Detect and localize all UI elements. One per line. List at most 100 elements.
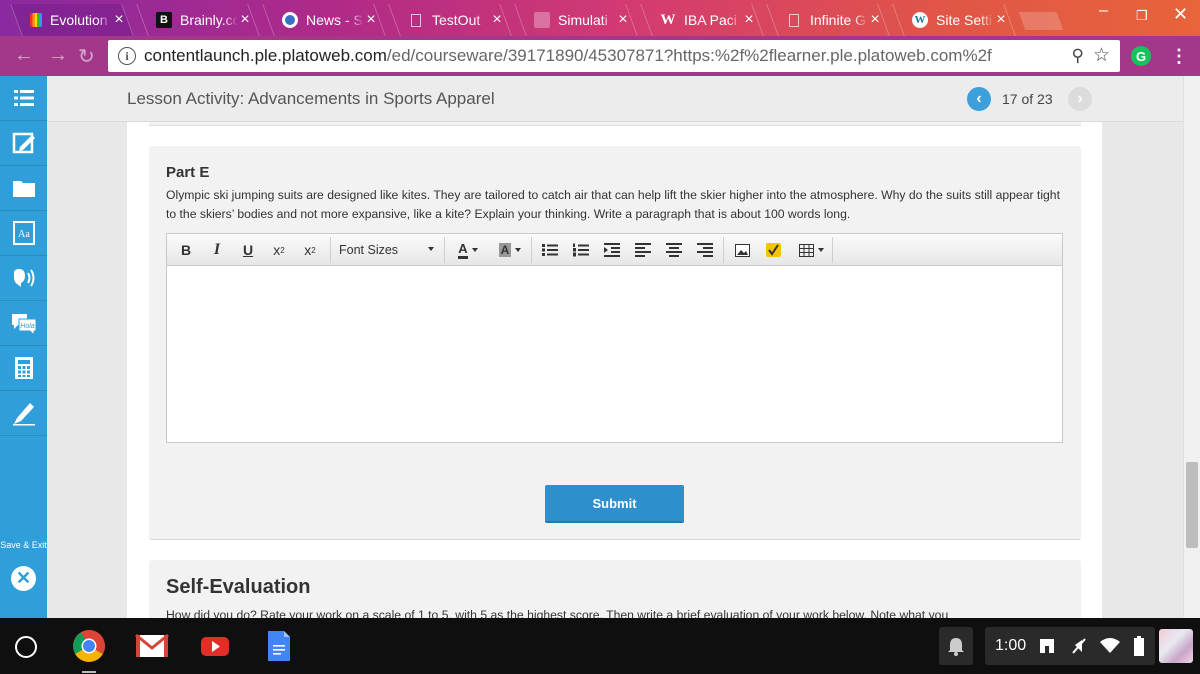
page-icon <box>408 12 424 28</box>
simulation-icon <box>534 12 550 28</box>
info-icon[interactable]: i <box>118 47 136 65</box>
svg-text:Hola: Hola <box>20 323 35 330</box>
youtube-app[interactable] <box>198 629 232 663</box>
address-bar[interactable]: i contentlaunch.ple.platoweb.com/ed/cour… <box>108 40 1120 72</box>
zoom-icon[interactable]: ⚲ <box>1072 46 1084 66</box>
self-evaluation-card: Self-Evaluation How did you do? Rate you… <box>149 560 1081 618</box>
font-sizes-dropdown[interactable]: Font Sizes <box>336 239 438 261</box>
align-left-button[interactable] <box>632 239 654 261</box>
svg-text:Aa: Aa <box>18 229 30 240</box>
numbered-list-button[interactable] <box>570 239 592 261</box>
network-icon <box>1040 639 1054 653</box>
gmail-app[interactable] <box>135 629 169 663</box>
close-tab-icon[interactable]: × <box>868 11 882 29</box>
insert-equation-button[interactable] <box>762 239 784 261</box>
insert-image-button[interactable] <box>731 239 753 261</box>
tab-title: Simulati <box>558 12 608 28</box>
dictionary-button[interactable]: Aa <box>0 211 47 256</box>
launcher-button[interactable] <box>15 636 37 658</box>
highlighter-button[interactable] <box>0 391 47 436</box>
bullet-list-button[interactable] <box>539 239 561 261</box>
submit-button[interactable]: Submit <box>545 485 684 523</box>
chrome-app[interactable] <box>72 629 106 663</box>
close-tab-icon[interactable]: × <box>742 11 756 29</box>
tab-title: Infinite G <box>810 12 867 28</box>
tab-news[interactable]: News - S × <box>262 4 386 36</box>
tab-site-settings[interactable]: W Site Setti × <box>892 4 1016 36</box>
answer-text-area[interactable] <box>167 266 1062 442</box>
tab-brainly[interactable]: B Brainly.com × <box>136 4 260 36</box>
highlight-color-button[interactable]: A <box>493 239 527 261</box>
grammarly-extension-icon[interactable]: G <box>1131 46 1151 66</box>
restore-icon[interactable]: ❐ <box>1136 8 1148 24</box>
docs-app[interactable] <box>262 629 296 663</box>
scrollbar-thumb[interactable] <box>1186 462 1198 548</box>
calculator-button[interactable] <box>0 346 47 391</box>
brainly-icon: B <box>156 12 172 28</box>
align-center-button[interactable] <box>663 239 685 261</box>
font-color-icon: A <box>458 241 468 259</box>
align-right-icon <box>697 243 713 257</box>
folder-button[interactable] <box>0 166 47 211</box>
text-to-speech-button[interactable] <box>0 256 47 301</box>
tab-title: Brainly.com <box>180 12 238 28</box>
underline-button[interactable]: U <box>237 239 259 261</box>
tab-infinite[interactable]: Infinite G × <box>766 4 890 36</box>
close-tab-icon[interactable]: × <box>490 11 504 29</box>
indent-button[interactable] <box>601 239 623 261</box>
wifi-icon <box>1100 638 1120 653</box>
close-tab-icon[interactable]: × <box>616 11 630 29</box>
reload-icon[interactable]: ↻ <box>78 44 95 69</box>
close-tab-icon[interactable]: × <box>112 11 126 29</box>
table-icon <box>798 243 814 257</box>
system-tray[interactable]: 1:00 <box>985 627 1155 665</box>
notifications-button[interactable] <box>939 627 973 665</box>
align-left-icon <box>635 243 651 257</box>
browser-menu-icon[interactable]: ⋮ <box>1170 46 1188 67</box>
tools-sidebar: Aa Hola Save & Exit ✕ <box>0 76 47 618</box>
close-tab-icon[interactable]: × <box>994 11 1008 29</box>
next-page-button[interactable]: › <box>1068 87 1092 111</box>
tab-testout[interactable]: TestOut × <box>388 4 512 36</box>
bookmark-star-icon[interactable]: ☆ <box>1093 44 1110 67</box>
align-right-button[interactable] <box>694 239 716 261</box>
dictionary-icon: Aa <box>12 221 35 245</box>
indent-icon <box>604 243 620 257</box>
save-exit-button[interactable]: ✕ <box>11 566 36 591</box>
close-tab-icon[interactable]: × <box>238 11 252 29</box>
browser-tab-strip: Evolution × B Brainly.com × News - S × T… <box>0 0 1200 36</box>
forward-icon[interactable]: → <box>48 44 68 67</box>
tab-simulation[interactable]: Simulati × <box>514 4 638 36</box>
translate-icon: Hola <box>11 314 36 336</box>
tab-title: News - S <box>306 12 363 28</box>
new-tab-button[interactable] <box>1018 12 1064 30</box>
tab-title: Evolution <box>50 12 108 28</box>
close-window-icon[interactable]: ✕ <box>1173 4 1188 25</box>
chevron-left-icon: ‹ <box>976 90 982 107</box>
tab-iba[interactable]: W IBA Paci × <box>640 4 764 36</box>
previous-page-button[interactable]: ‹ <box>967 87 991 111</box>
bold-button[interactable]: B <box>175 239 197 261</box>
clock: 1:00 <box>995 637 1027 654</box>
equation-icon <box>765 243 781 257</box>
audio-icon <box>13 269 34 287</box>
dropdown-arrow-icon <box>428 247 434 251</box>
font-color-button[interactable]: A <box>451 239 485 261</box>
browser-toolbar: ← → ↻ i contentlaunch.ple.platoweb.com/e… <box>0 36 1200 76</box>
minimize-icon[interactable]: – <box>1099 2 1108 20</box>
rainbow-icon <box>30 13 42 27</box>
lesson-content: Lesson Activity: Advancements in Sports … <box>47 76 1183 618</box>
notes-button[interactable] <box>0 121 47 166</box>
page-scrollbar[interactable] <box>1183 76 1200 618</box>
tab-evolution[interactable]: Evolution × <box>10 4 134 36</box>
subscript-button[interactable]: x2 <box>299 239 321 261</box>
back-icon[interactable]: ← <box>14 44 34 67</box>
close-tab-icon[interactable]: × <box>364 11 378 29</box>
menu-button[interactable] <box>0 76 47 121</box>
superscript-button[interactable]: x2 <box>268 239 290 261</box>
numbered-list-icon <box>573 243 589 257</box>
translate-button[interactable]: Hola <box>0 301 47 346</box>
insert-table-button[interactable] <box>794 239 828 261</box>
user-avatar[interactable] <box>1159 629 1193 663</box>
italic-button[interactable]: I <box>206 239 228 261</box>
